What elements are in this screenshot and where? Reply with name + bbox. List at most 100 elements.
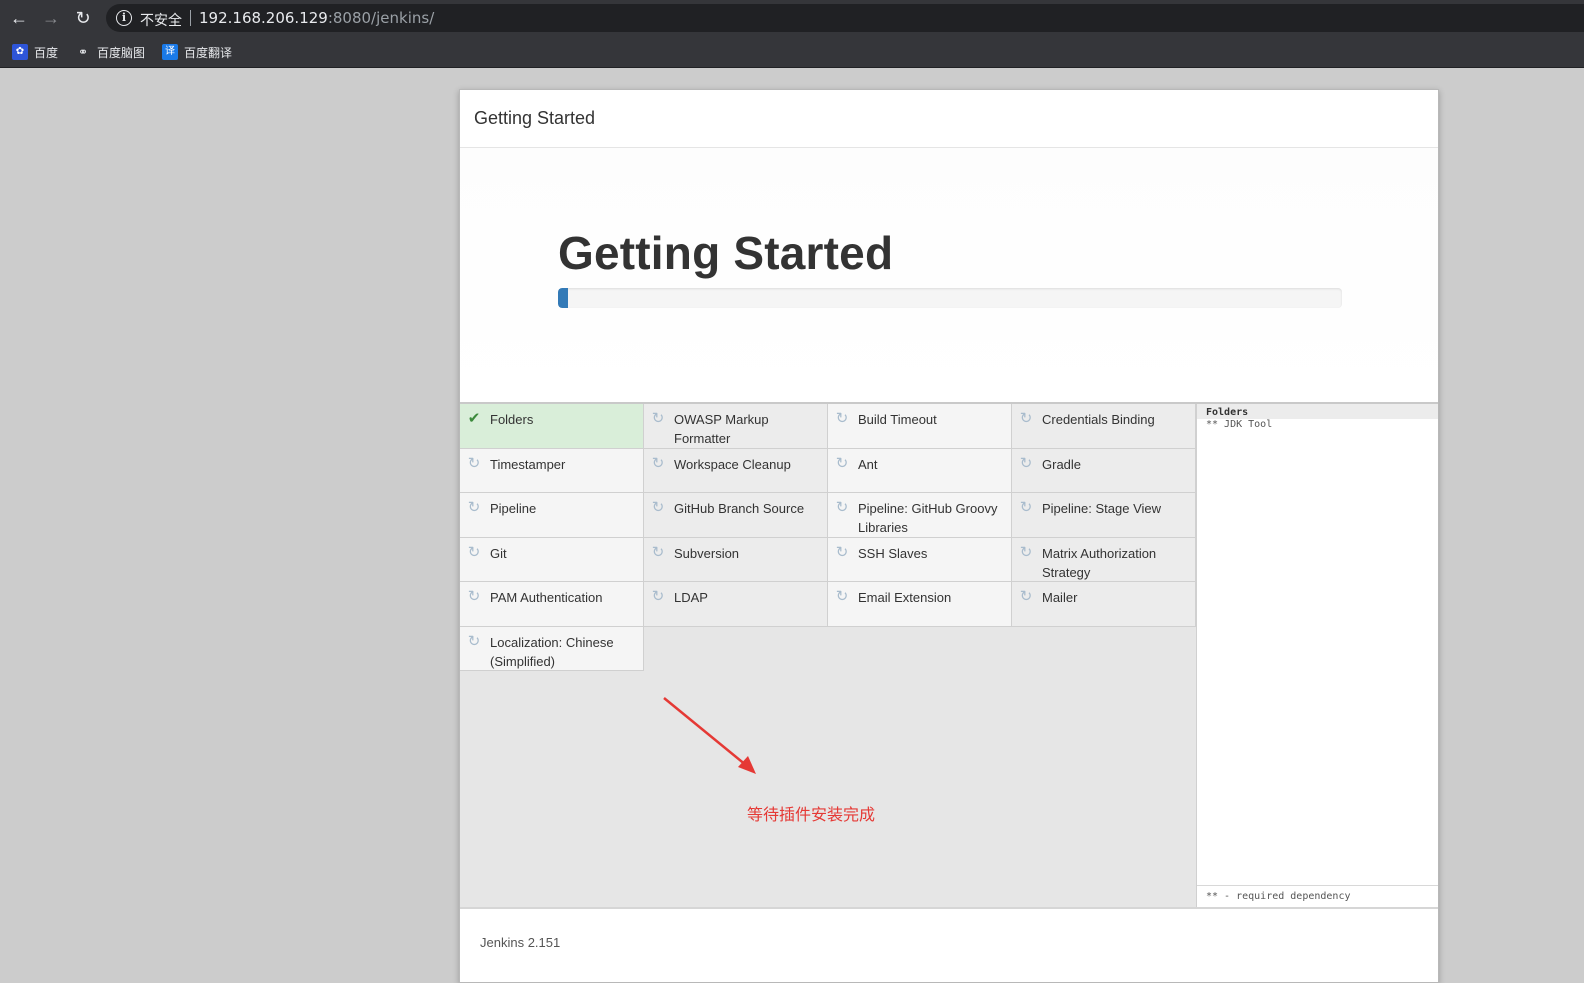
url-text[interactable]: 192.168.206.129:8080/jenkins/ [199,9,434,27]
bookmark-baidu-naotu[interactable]: ⚭ 百度脑图 [75,43,145,61]
refresh-spinner-icon: ↻ [467,543,481,561]
hero-section: Getting Started [460,148,1438,402]
plugin-name: Git [490,545,507,561]
plugin-name: Localization: Chinese (Simplified) [490,634,614,669]
plugin-name: Credentials Binding [1042,412,1155,427]
back-arrow-icon[interactable]: ← [7,6,31,30]
plugin-name: Gradle [1042,456,1082,472]
forward-arrow-icon[interactable]: → [39,6,63,30]
baidu-icon: ✿ [12,44,28,60]
plugin-item: ↻ Credentials Binding [1012,404,1196,449]
plugin-name: LDAP [674,590,708,605]
plugin-item: ↻ Git [460,537,644,582]
plugin-item: ↻ LDAP [644,582,828,627]
plugin-item: ↻ Workspace Cleanup [644,448,828,493]
refresh-spinner-icon: ↻ [835,499,849,516]
plugin-name: Pipeline: Stage View [1042,501,1162,516]
install-log-panel[interactable]: Folders ** JDK Tool ** - required depend… [1196,404,1438,907]
log-legend: ** - required dependency [1197,885,1438,907]
plugin-name: Mailer [1042,590,1078,605]
bookmarks-bar: ✿ 百度 ⚭ 百度脑图 译 百度翻译 [0,36,1584,68]
refresh-spinner-icon: ↻ [1019,588,1033,605]
refresh-spinner-icon: ↻ [651,543,665,561]
plugin-item: ↻ Email Extension [828,582,1012,627]
refresh-spinner-icon: ↻ [651,410,665,427]
plugin-name: Timestamper [490,456,566,472]
refresh-spinner-icon: ↻ [835,454,849,472]
plugin-name: PAM Authentication [490,590,603,605]
plugin-name: SSH Slaves [858,545,928,561]
refresh-spinner-icon: ↻ [467,499,481,516]
plugin-item: ↻ Build Timeout [828,404,1012,449]
plugin-name: Pipeline: GitHub Groovy Libraries [858,501,998,535]
dialog-header: Getting Started [460,90,1438,148]
plugin-item: ↻ Matrix Authorization Strategy [1012,537,1196,582]
plugin-item: ↻ PAM Authentication [460,582,644,627]
refresh-spinner-icon: ↻ [1019,410,1033,427]
refresh-spinner-icon: ↻ [467,588,481,605]
refresh-spinner-icon: ↻ [651,454,665,472]
bookmark-label: 百度翻译 [184,45,233,60]
refresh-spinner-icon: ↻ [1019,543,1033,561]
plugin-item: ↻ OWASP Markup Formatter [644,404,828,449]
plugin-name: Ant [858,456,878,472]
plugin-name: Folders [490,412,534,427]
refresh-spinner-icon: ↻ [1019,499,1033,516]
plugin-grid: ✔ Folders ↻ OWASP Markup Formatter ↻ Build Ti… [460,404,1196,671]
reload-icon[interactable]: ↻ [71,6,95,30]
plugin-name: Matrix Authorization Strategy [1042,545,1157,580]
plugin-name: Subversion [674,545,740,561]
plugin-item: ↻ Timestamper [460,448,644,493]
bookmark-label: 百度脑图 [97,45,146,60]
jenkins-version: Jenkins 2.151 [480,935,561,950]
address-separator [190,10,191,26]
dialog-footer: Jenkins 2.151 [460,909,1438,982]
plugin-item: ↻ Localization: Chinese (Simplified) [460,626,644,671]
refresh-spinner-icon: ↻ [835,543,849,561]
plugin-item: ↻ Subversion [644,537,828,582]
page-title: Getting Started [558,227,894,279]
install-progress-fill [558,288,569,308]
url-path: :8080/jenkins/ [327,9,435,27]
plugin-item: ↻ Gradle [1012,448,1196,493]
refresh-spinner-icon: ↻ [1019,454,1033,472]
checkmark-icon: ✔ [467,410,481,427]
bookmark-baidu[interactable]: ✿ 百度 [12,43,58,61]
plugin-item: ↻ Mailer [1012,582,1196,627]
plugin-name: Workspace Cleanup [674,456,791,472]
install-progress-bar [558,288,1342,308]
plugin-item: ✔ Folders [460,404,644,449]
setup-wizard-dialog: Getting Started Getting Started ✔ Folders… [459,89,1439,983]
refresh-spinner-icon: ↻ [467,632,481,650]
dialog-title: Getting Started [474,108,596,128]
annotation-arrow-icon [663,697,756,774]
plugin-item: ↻ Ant [828,448,1012,493]
plugin-name: Pipeline [490,501,537,516]
refresh-spinner-icon: ↻ [467,454,481,472]
bookmark-label: 百度 [34,45,59,60]
url-host: 192.168.206.129 [199,9,328,27]
info-icon[interactable]: i [116,10,132,26]
plugin-name: GitHub Branch Source [674,501,805,516]
plugin-item: ↻ Pipeline: GitHub Groovy Libraries [828,493,1012,538]
plugin-item: ↻ SSH Slaves [828,537,1012,582]
insecure-label: 不安全 [140,13,182,29]
plugin-install-area: ✔ Folders ↻ OWASP Markup Formatter ↻ Build Ti… [460,402,1438,909]
address-bar[interactable]: i 不安全 192.168.206.129:8080/jenkins/ [106,4,1584,32]
plugin-item: ↻ GitHub Branch Source [644,493,828,538]
refresh-spinner-icon: ↻ [651,499,665,516]
plugin-name: OWASP Markup Formatter [674,412,769,446]
refresh-spinner-icon: ↻ [835,410,849,427]
refresh-spinner-icon: ↻ [835,588,849,605]
fanyi-icon: 译 [162,44,178,60]
log-line: ** JDK Tool [1206,419,1273,430]
plugin-item: ↻ Pipeline: Stage View [1012,493,1196,538]
plugin-name: Build Timeout [858,412,937,427]
annotation-text: 等待插件安装完成 [747,805,876,824]
bookmark-baidu-fanyi[interactable]: 译 百度翻译 [162,43,232,61]
plugin-item: ↻ Pipeline [460,493,644,538]
log-line: Folders [1197,404,1438,419]
naotu-icon: ⚭ [77,45,89,59]
refresh-spinner-icon: ↻ [651,588,665,605]
plugin-name: Email Extension [858,590,952,605]
